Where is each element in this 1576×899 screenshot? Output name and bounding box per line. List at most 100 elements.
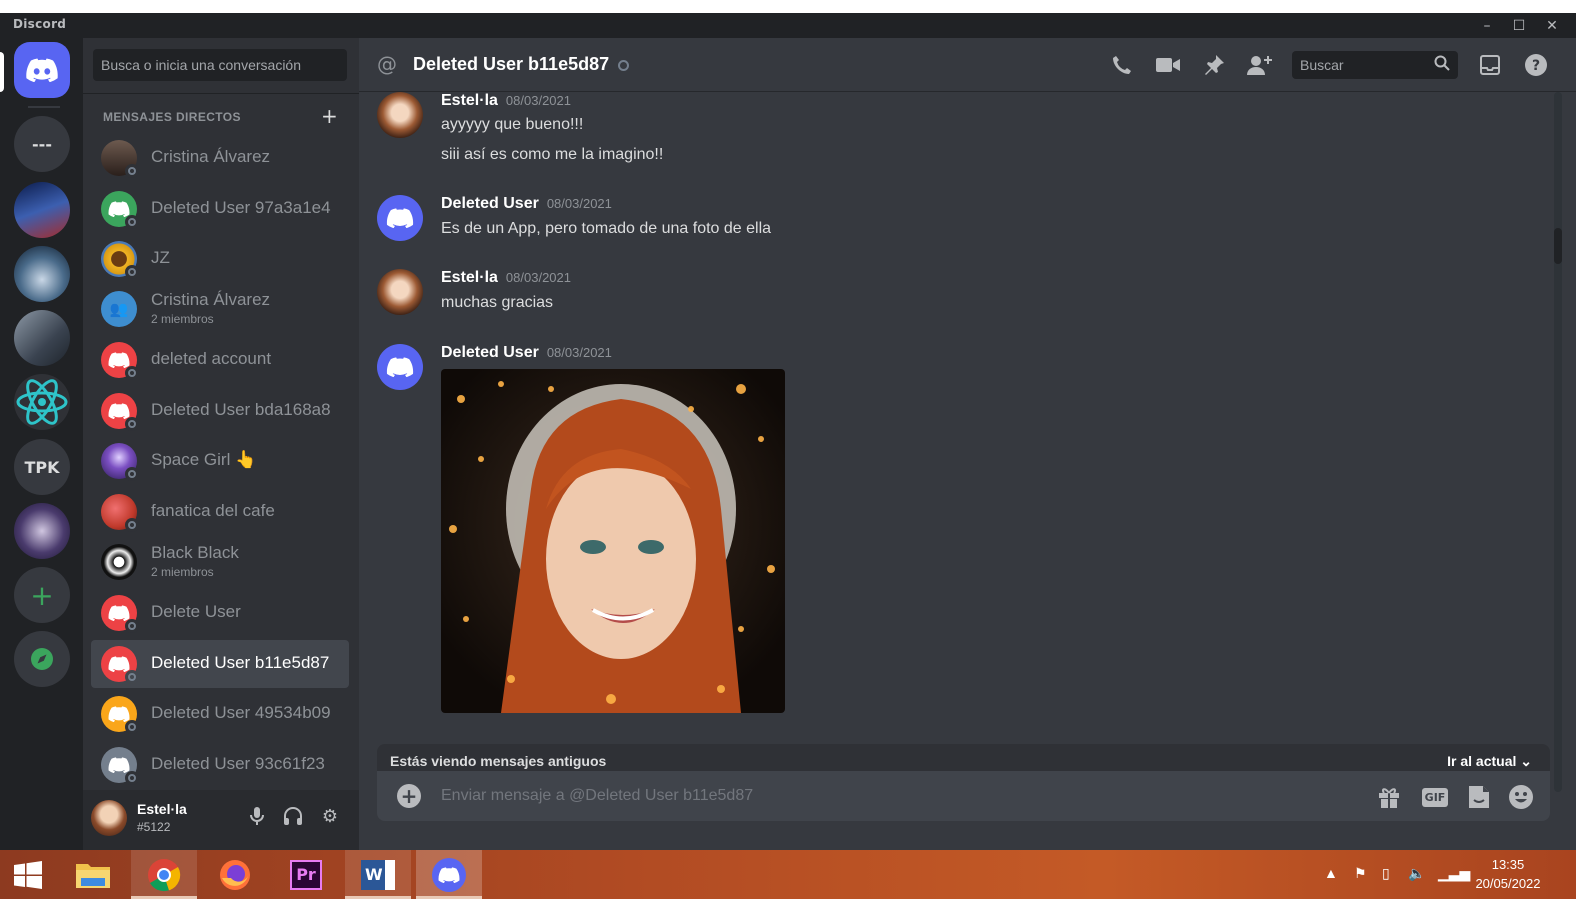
windows-start-icon[interactable]: [0, 850, 56, 899]
dm-name: JZ: [151, 248, 170, 267]
microphone-icon[interactable]: [245, 806, 269, 830]
home-button[interactable]: [14, 42, 70, 98]
message-text: muchas gracias: [441, 294, 554, 311]
message-text: siii así es como me la imagino!!: [441, 146, 664, 163]
dm-item[interactable]: Deleted User 49534b09: [91, 690, 349, 738]
dm-name: Deleted User 97a3a1e4: [151, 198, 331, 217]
message-author[interactable]: Deleted User 08/03/2021: [441, 195, 612, 213]
author-avatar[interactable]: [377, 92, 423, 138]
image-attachment[interactable]: [441, 369, 785, 713]
add-server-button[interactable]: +: [14, 567, 70, 623]
message-author[interactable]: Estel·la 08/03/2021: [441, 269, 571, 287]
emoji-icon[interactable]: [1507, 783, 1535, 811]
minimize-button[interactable]: –: [1472, 15, 1502, 37]
user-tag: #5122: [137, 820, 171, 834]
clock[interactable]: 13:35 20/05/2022: [1468, 855, 1548, 893]
atom-icon: [16, 379, 68, 425]
status-offline-icon: [125, 467, 139, 481]
discord-taskbar-icon[interactable]: [416, 850, 482, 899]
chat-scrollbar-track[interactable]: [1554, 92, 1562, 792]
find-conversation-input[interactable]: Busca o inicia una conversación: [93, 49, 347, 81]
battery-icon[interactable]: ▯: [1382, 865, 1390, 882]
pin-icon[interactable]: [1201, 52, 1227, 78]
group-photo-avatar: [101, 544, 137, 580]
home-selected-pill: [0, 52, 4, 92]
status-offline-icon: [125, 771, 139, 785]
dm-item-selected[interactable]: Deleted User b11e5d87: [91, 640, 349, 688]
dm-item[interactable]: deleted account: [91, 336, 349, 384]
server-dashes[interactable]: ---: [14, 116, 70, 172]
message-author[interactable]: Estel·la 08/03/2021: [441, 92, 571, 110]
dm-item[interactable]: Delete User: [91, 589, 349, 637]
upload-plus-icon[interactable]: +: [397, 784, 421, 808]
dm-item[interactable]: Deleted User 97a3a1e4: [91, 185, 349, 233]
inbox-icon[interactable]: [1477, 52, 1503, 78]
chat-scrollbar-thumb[interactable]: [1554, 228, 1562, 264]
gear-icon[interactable]: ⚙: [318, 806, 342, 830]
sidebar-divider: [83, 93, 359, 94]
chat-area: @ Deleted User b11e5d87 Buscar ? Estel·l…: [359, 38, 1576, 850]
firefox-icon[interactable]: [202, 850, 268, 899]
header-search-input[interactable]: Buscar: [1292, 51, 1458, 79]
premiere-pro-icon[interactable]: Pr: [273, 850, 339, 899]
maximize-button[interactable]: ☐: [1504, 15, 1534, 37]
sticker-icon[interactable]: [1465, 783, 1493, 811]
action-center-flag-icon[interactable]: ⚑: [1354, 865, 1367, 882]
message-author[interactable]: Deleted User 08/03/2021: [441, 344, 612, 362]
dm-name: Delete User: [151, 602, 241, 621]
dm-item[interactable]: JZ: [91, 235, 349, 283]
dm-item[interactable]: Cristina Álvarez: [91, 134, 349, 182]
status-offline-icon: [125, 720, 139, 734]
dm-name: Deleted User bda168a8: [151, 400, 331, 419]
server-icon-7[interactable]: [14, 503, 70, 559]
dm-item[interactable]: Space Girl 👆: [91, 437, 349, 485]
title-bar: Discord – ☐ ✕: [0, 13, 1576, 38]
explore-servers-button[interactable]: [14, 631, 70, 687]
dm-name: deleted account: [151, 349, 272, 368]
discord-default-avatar-icon[interactable]: [377, 195, 423, 241]
message-text: ayyyyy que bueno!!!: [441, 116, 584, 133]
dm-name: Cristina Álvarez: [151, 290, 271, 309]
author-avatar[interactable]: [377, 269, 423, 315]
jump-to-present-button[interactable]: Ir al actual ⌄: [1447, 753, 1532, 770]
discord-logo-icon: [26, 58, 58, 82]
word-icon[interactable]: W: [345, 850, 411, 899]
message-text: Es de un App, pero tomado de una foto de…: [441, 220, 772, 237]
gift-icon[interactable]: [1375, 783, 1403, 811]
dm-group-item[interactable]: 👥 Cristina Álvarez 2 miembros: [91, 285, 349, 333]
close-button[interactable]: ✕: [1537, 15, 1567, 37]
server-icon-3[interactable]: [14, 246, 70, 302]
server-tpk[interactable]: TPK: [14, 439, 70, 495]
status-offline-icon: [125, 215, 139, 229]
chrome-icon[interactable]: [131, 850, 197, 899]
dm-item[interactable]: Deleted User 93c61f23: [91, 741, 349, 789]
user-avatar[interactable]: [91, 800, 127, 836]
headphones-icon[interactable]: [281, 806, 305, 830]
gif-icon[interactable]: GIF: [1421, 783, 1449, 811]
search-icon: [1434, 55, 1450, 74]
dm-group-item[interactable]: Black Black 2 miembros: [91, 538, 349, 586]
message-input[interactable]: Enviar mensaje a @Deleted User b11e5d87: [441, 787, 753, 805]
voice-call-icon[interactable]: [1109, 52, 1135, 78]
discord-default-avatar-icon[interactable]: [377, 344, 423, 390]
dm-name: fanatica del cafe: [151, 501, 275, 520]
clock-time: 13:35: [1491, 857, 1525, 872]
add-friend-icon[interactable]: [1247, 52, 1273, 78]
tray-expand-icon[interactable]: ▲: [1324, 865, 1338, 881]
volume-icon[interactable]: 🔈: [1408, 865, 1425, 882]
help-icon[interactable]: ?: [1523, 52, 1549, 78]
network-signal-icon[interactable]: ▁▃▅: [1438, 865, 1470, 882]
file-explorer-icon[interactable]: [60, 850, 126, 899]
create-dm-button[interactable]: +: [321, 104, 338, 128]
system-tray: ▲ ⚑ ▯ 🔈 ▁▃▅ 13:35 20/05/2022: [1316, 850, 1576, 899]
channel-title: Deleted User b11e5d87: [413, 54, 610, 74]
app-wordmark: Discord: [13, 17, 67, 31]
dm-item[interactable]: fanatica del cafe: [91, 488, 349, 536]
dm-item[interactable]: Deleted User bda168a8: [91, 387, 349, 435]
video-call-icon[interactable]: [1155, 52, 1181, 78]
server-icon-5[interactable]: [14, 374, 70, 430]
dm-name: Deleted User 49534b09: [151, 703, 331, 722]
server-icon-2[interactable]: [14, 182, 70, 238]
dm-name: Black Black: [151, 543, 239, 562]
server-icon-4[interactable]: [14, 310, 70, 366]
